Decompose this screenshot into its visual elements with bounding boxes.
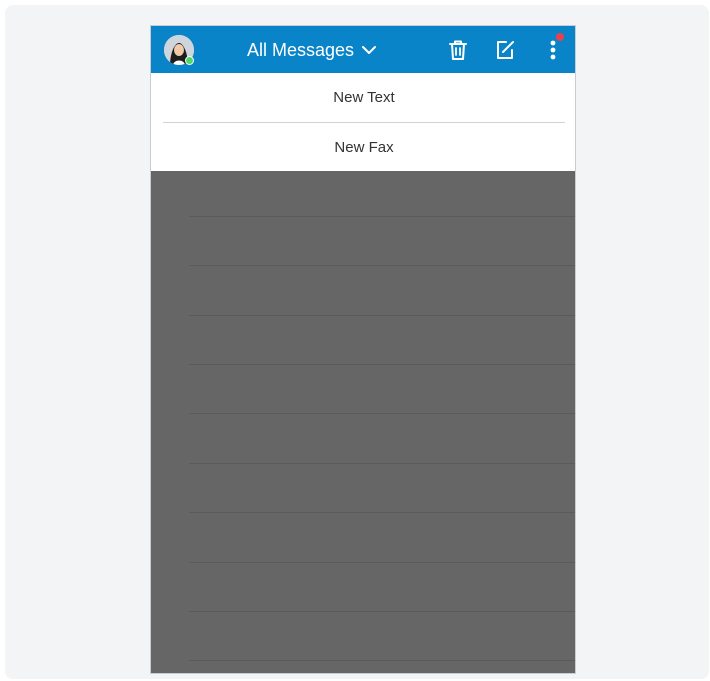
new-fax-menu-item[interactable]: New Fax	[151, 123, 575, 172]
new-text-menu-item[interactable]: New Text	[151, 73, 575, 122]
list-item	[189, 611, 575, 612]
list-item	[189, 364, 575, 365]
header-bar: All Messages	[151, 26, 575, 73]
chevron-down-icon	[362, 46, 377, 54]
notification-badge	[556, 33, 564, 41]
list-item	[189, 265, 575, 266]
more-options-button[interactable]	[541, 38, 565, 62]
list-item	[189, 660, 575, 661]
compose-icon	[497, 41, 514, 59]
app-frame-background: All Messages New Text New Fax	[5, 5, 709, 679]
list-item	[189, 512, 575, 513]
list-item	[189, 463, 575, 464]
dim-overlay[interactable]	[151, 171, 575, 673]
new-message-menu: New Text New Fax	[151, 73, 575, 172]
header-title: All Messages	[247, 39, 355, 60]
list-item	[189, 562, 575, 563]
online-status-dot	[185, 56, 194, 65]
more-vertical-icon	[550, 40, 556, 60]
delete-button[interactable]	[446, 38, 470, 62]
list-item	[189, 216, 575, 217]
compose-button[interactable]	[493, 38, 517, 62]
list-item	[189, 315, 575, 316]
user-avatar-button[interactable]	[164, 35, 194, 65]
message-filter-dropdown[interactable]: All Messages	[247, 38, 377, 62]
messages-window: All Messages New Text New Fax	[150, 25, 576, 674]
list-item	[189, 413, 575, 414]
trash-icon	[449, 40, 467, 60]
